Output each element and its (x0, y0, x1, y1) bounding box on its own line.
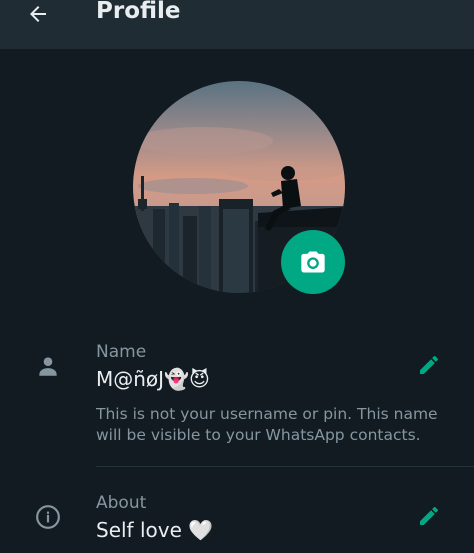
change-photo-button[interactable] (281, 230, 345, 294)
about-label: About (96, 493, 147, 513)
camera-icon (301, 251, 325, 273)
page-title: Profile (96, 0, 181, 24)
pencil-icon (420, 507, 438, 525)
person-icon (34, 352, 62, 380)
pencil-icon (420, 356, 438, 374)
divider (96, 466, 474, 467)
app-bar: Profile (0, 0, 474, 49)
about-value[interactable]: Self love 🤍 (96, 518, 213, 542)
edit-about-button[interactable] (416, 503, 442, 529)
name-hint: This is not your username or pin. This n… (96, 405, 438, 444)
info-icon (34, 503, 62, 531)
name-label: Name (96, 342, 147, 362)
name-value[interactable]: M@ñøJ👻😈 (96, 367, 210, 391)
back-button[interactable] (20, 0, 56, 28)
arrow-left-icon (30, 6, 46, 22)
edit-name-button[interactable] (416, 352, 442, 378)
